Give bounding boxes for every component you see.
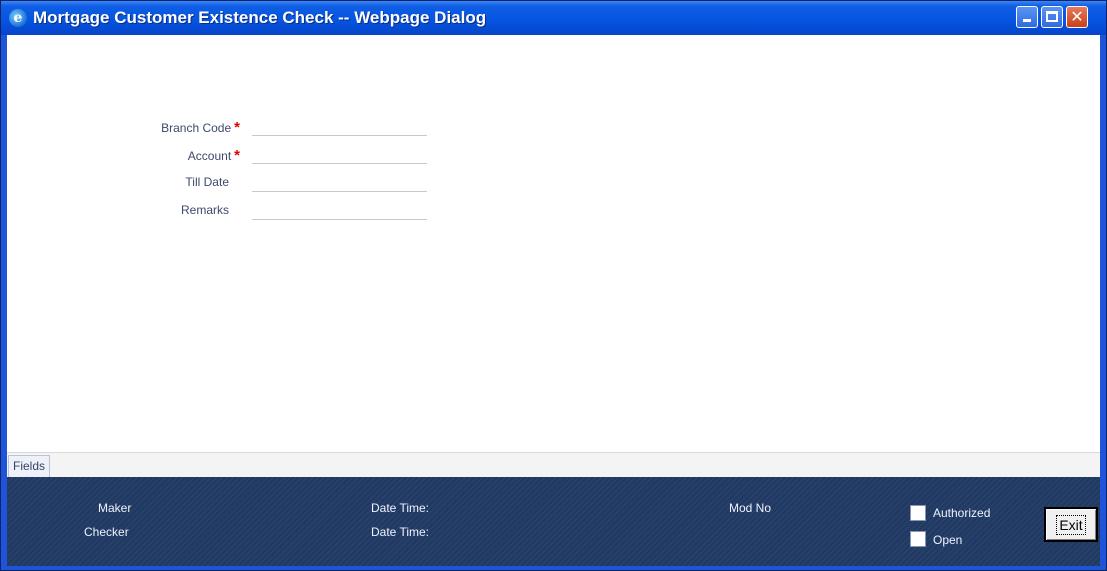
open-label: Open xyxy=(933,533,963,547)
till-date-row: Till Date xyxy=(7,168,1100,194)
maximize-icon xyxy=(1046,11,1058,22)
minimize-icon xyxy=(1023,19,1031,22)
exit-button-label: Exit xyxy=(1056,514,1086,535)
till-date-field[interactable] xyxy=(252,170,427,192)
maker-label: Maker xyxy=(98,501,132,515)
remarks-row: Remarks xyxy=(7,196,1100,222)
remarks-label: Remarks xyxy=(180,203,229,217)
till-date-label: Till Date xyxy=(185,175,229,189)
branch-code-field[interactable] xyxy=(252,114,427,136)
dialog-window: e Mortgage Customer Existence Check -- W… xyxy=(0,0,1107,571)
exit-button[interactable]: Exit xyxy=(1044,507,1098,542)
authorized-checkbox[interactable] xyxy=(910,505,926,521)
audit-footer: Maker Checker Date Time: Date Time: Mod … xyxy=(7,477,1100,566)
account-label: Account * xyxy=(187,147,240,164)
close-button[interactable]: ✕ xyxy=(1066,6,1088,28)
branch-code-label: Branch Code * xyxy=(161,119,240,136)
window-title: Mortgage Customer Existence Check -- Web… xyxy=(33,8,487,27)
maximize-button[interactable] xyxy=(1041,6,1063,28)
open-checkbox[interactable] xyxy=(910,531,926,547)
maker-datetime-label: Date Time: xyxy=(371,501,430,515)
account-field[interactable] xyxy=(252,142,427,164)
checker-label: Checker xyxy=(84,525,129,539)
ie-icon: e xyxy=(9,9,27,27)
required-marker: * xyxy=(234,147,240,164)
tab-strip: Fields xyxy=(7,452,1100,478)
account-row: Account * xyxy=(7,140,1100,166)
mod-no-label: Mod No xyxy=(729,501,772,515)
minimize-button[interactable] xyxy=(1016,6,1038,28)
title-bar[interactable]: e Mortgage Customer Existence Check -- W… xyxy=(1,1,1106,35)
form-area: Branch Code * Account * Till Date Remarks xyxy=(7,35,1100,452)
required-marker: * xyxy=(234,119,240,136)
authorized-label: Authorized xyxy=(933,506,991,520)
remarks-field[interactable] xyxy=(252,198,427,220)
checker-datetime-label: Date Time: xyxy=(371,525,430,539)
tab-fields[interactable]: Fields xyxy=(8,455,51,477)
close-icon: ✕ xyxy=(1070,7,1084,26)
branch-code-row: Branch Code * xyxy=(7,112,1100,138)
